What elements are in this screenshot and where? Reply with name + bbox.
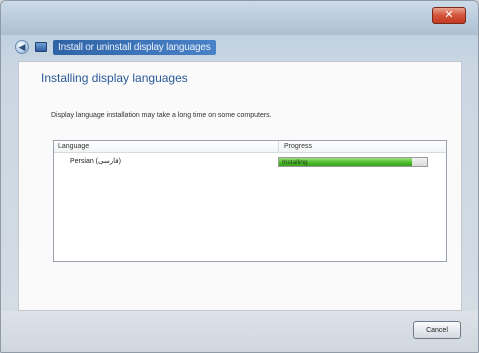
title-bar: ◀ Install or uninstall display languages <box>7 35 474 59</box>
window-title: Install or uninstall display languages <box>53 39 216 55</box>
back-button[interactable]: ◀ <box>15 40 29 54</box>
row-language-name: Persian (فارسی) <box>70 158 121 165</box>
progress-status-text: Installing <box>282 159 308 166</box>
column-header-progress[interactable]: Progress <box>284 143 312 150</box>
language-app-icon <box>35 42 47 52</box>
language-table: Language Progress Persian (فارسی) Instal… <box>53 140 447 262</box>
install-progress-bar: Installing <box>278 157 428 167</box>
info-text: Display language installation may take a… <box>51 112 272 119</box>
column-divider <box>278 141 279 153</box>
back-arrow-icon: ◀ <box>18 41 26 52</box>
column-header-language[interactable]: Language <box>58 143 89 150</box>
content-panel: Installing display languages Display lan… <box>18 61 462 311</box>
close-button[interactable]: ✕ <box>432 7 466 24</box>
installer-window: ✕ ◀ Install or uninstall display languag… <box>0 0 479 353</box>
table-header: Language Progress <box>54 141 446 153</box>
close-icon: ✕ <box>444 9 454 21</box>
page-title: Installing display languages <box>41 71 188 85</box>
window-chrome-top <box>1 1 478 35</box>
table-row[interactable]: Persian (فارسی) Installing <box>54 156 446 168</box>
dialog-footer: Cancel <box>1 311 478 352</box>
cancel-button[interactable]: Cancel <box>413 321 461 339</box>
